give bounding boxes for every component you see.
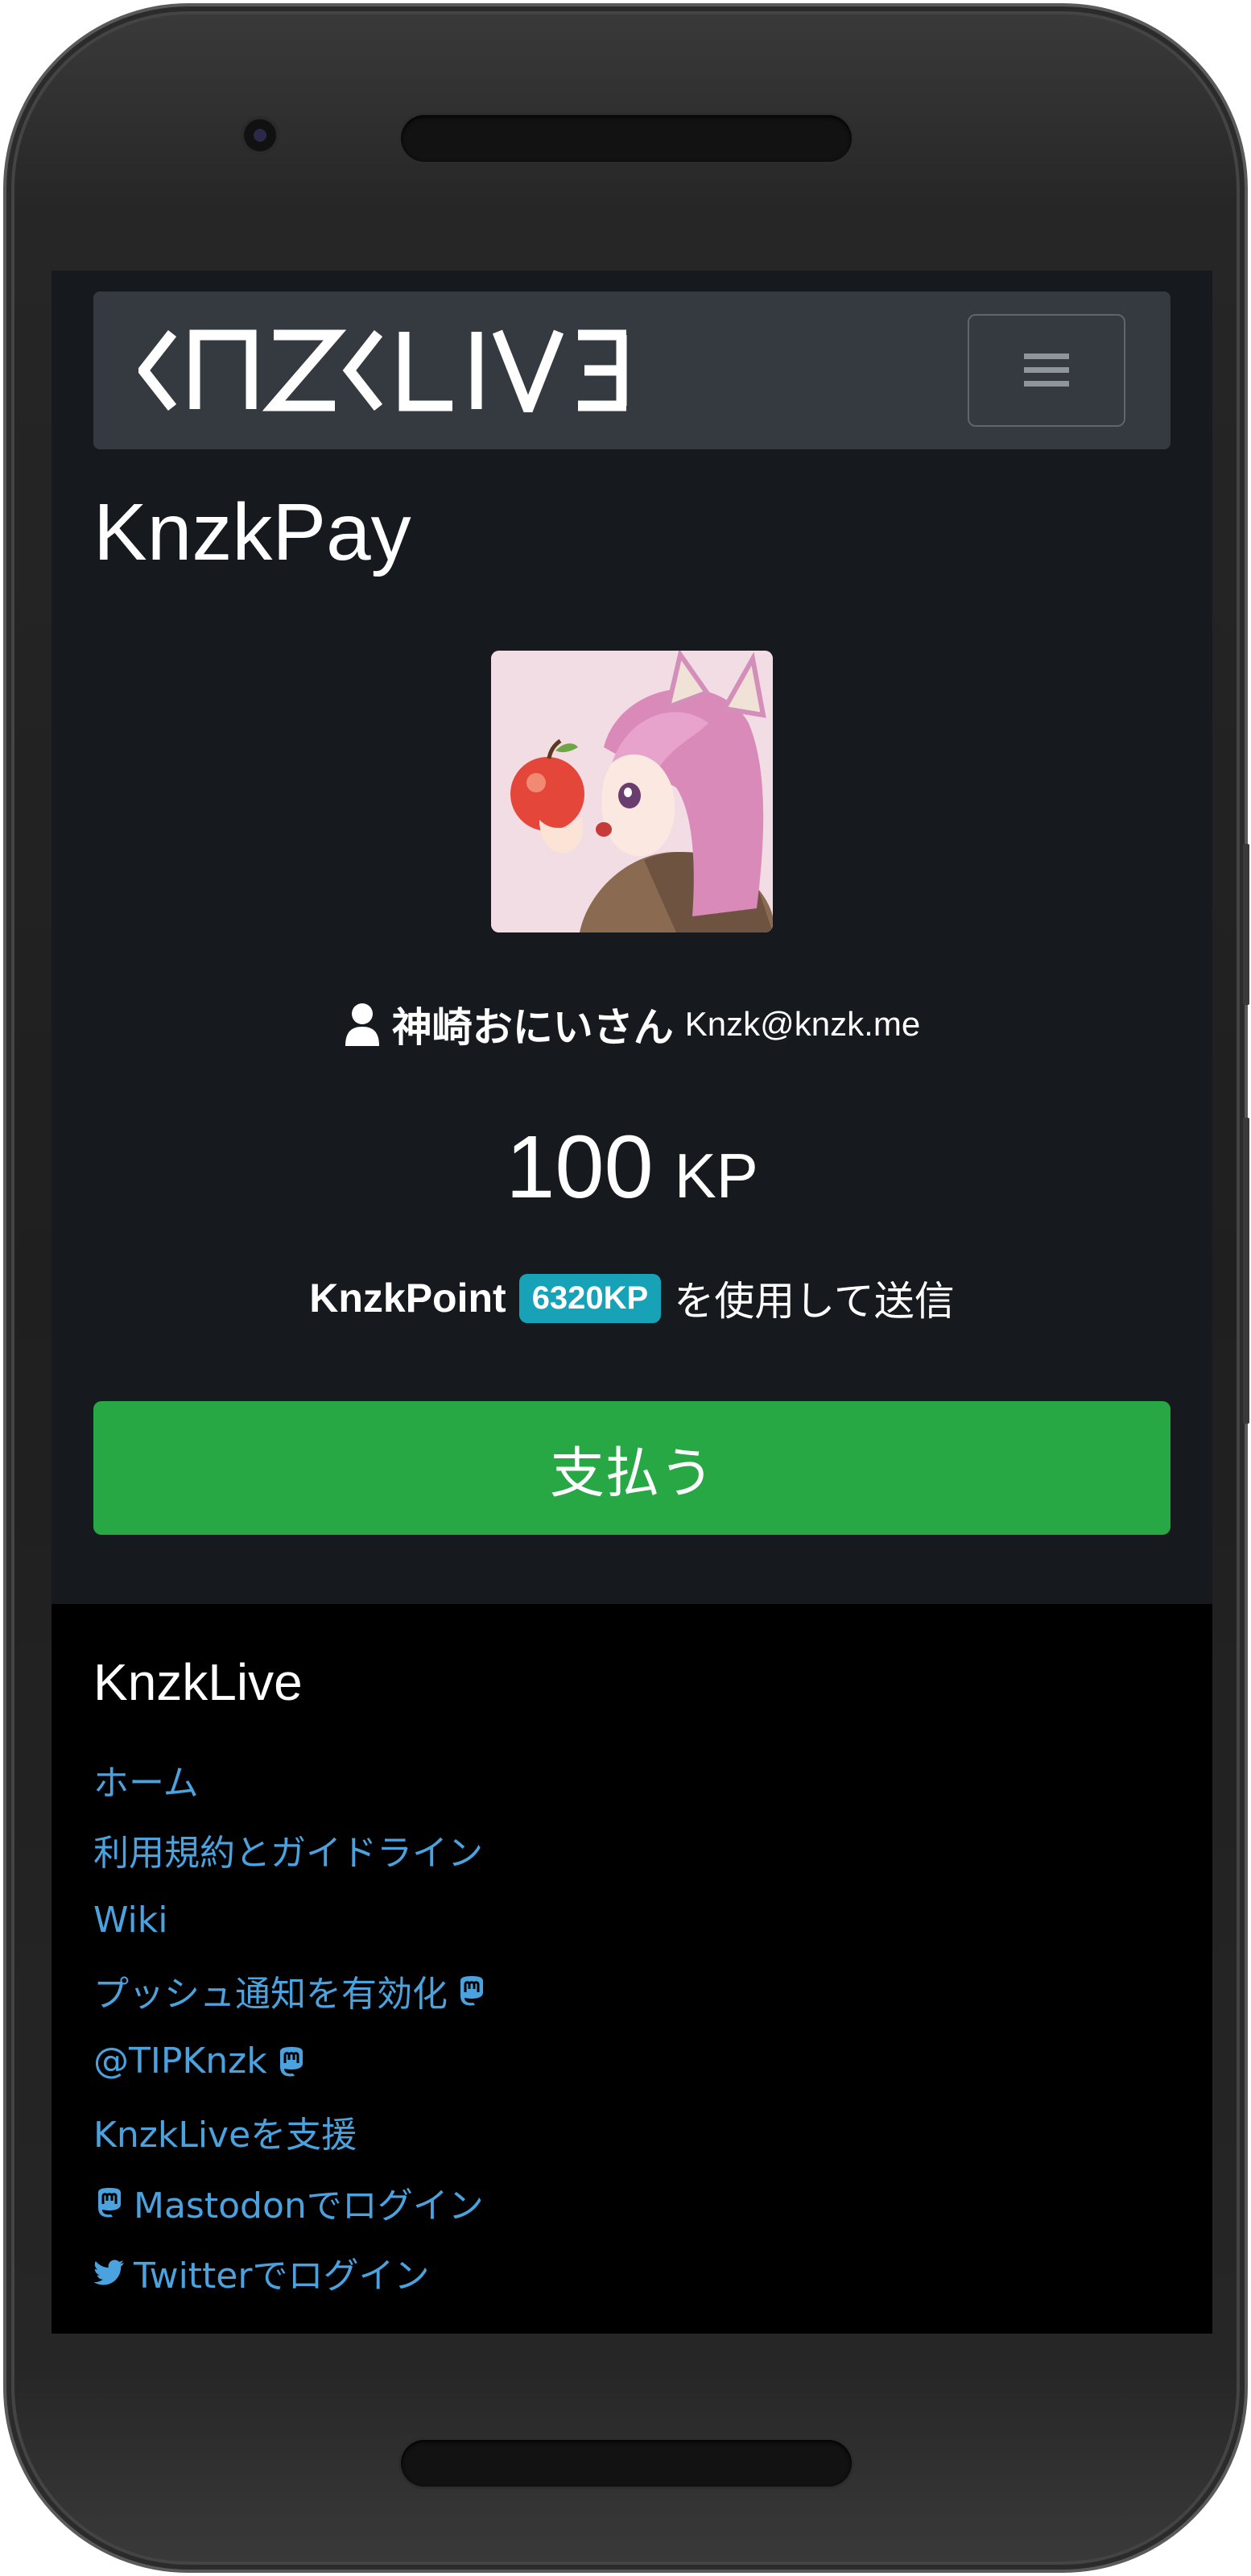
footer-link-mastodon-login[interactable]: Mastodonでログイン (93, 2167, 488, 2238)
navbar-toggler-button[interactable] (968, 314, 1125, 427)
front-camera (244, 119, 276, 151)
footer: KnzkLive ホーム 利用規約とガイドライン Wiki プッシュ通知を有効化 (52, 1604, 1212, 2334)
phone-frame: KnzkPay 神崎おにいさん Knzk@knzk.me 100 KP Knzk… (3, 3, 1249, 2573)
footer-title: KnzkLive (93, 1653, 303, 1711)
navbar (93, 292, 1170, 449)
footer-link-label: プッシュ通知を有効化 (93, 1974, 448, 2016)
footer-link-label: Twitterでログイン (134, 2256, 430, 2297)
footer-link-label: @TIPKnzk (93, 2041, 267, 2082)
footer-link-support[interactable]: KnzkLiveを支援 (93, 2097, 488, 2168)
screen: KnzkPay 神崎おにいさん Knzk@knzk.me 100 KP Knzk… (52, 271, 1212, 2334)
footer-link-label: Mastodonでログイン (134, 2185, 484, 2227)
points-suffix: を使用して送信 (674, 1278, 955, 1325)
footer-link-wiki[interactable]: Wiki (93, 1885, 488, 1956)
recipient-name: 神崎おにいさん (391, 1004, 674, 1051)
pay-button[interactable]: 支払う (93, 1401, 1170, 1535)
footer-link-tipknzk[interactable]: @TIPKnzk (93, 2026, 488, 2097)
footer-link-terms[interactable]: 利用規約とガイドライン (93, 1815, 488, 1886)
hamburger-icon (1024, 354, 1069, 387)
footer-link-twitter-login[interactable]: Twitterでログイン (93, 2238, 488, 2309)
brand-logo[interactable] (138, 324, 630, 417)
footer-link-label: KnzkLiveを支援 (93, 2115, 357, 2156)
footer-link-label: ホーム (93, 1762, 199, 1804)
bottom-speaker (401, 2440, 852, 2487)
points-info: KnzkPoint 6320KP を使用して送信 (52, 1269, 1212, 1327)
mastodon-icon (279, 2046, 303, 2077)
amount-unit: KP (674, 1140, 758, 1211)
footer-link-push[interactable]: プッシュ通知を有効化 (93, 1956, 488, 2027)
twitter-icon (93, 2260, 124, 2285)
footer-link-home[interactable]: ホーム (93, 1744, 488, 1815)
payment-amount: 100 KP (52, 1116, 1212, 1218)
amount-value: 100 (506, 1118, 654, 1217)
mastodon-icon (98, 2187, 121, 2218)
mastodon-icon (460, 1976, 483, 2006)
recipient-info: 神崎おにいさん Knzk@knzk.me (52, 995, 1212, 1053)
footer-link-label: Wiki (93, 1900, 168, 1941)
volume-button (1243, 844, 1249, 1005)
footer-link-label: 利用規約とガイドライン (93, 1833, 483, 1875)
recipient-handle: Knzk@knzk.me (684, 1005, 921, 1043)
user-icon (345, 1003, 379, 1046)
top-speaker (401, 115, 852, 162)
balance-badge: 6320KP (518, 1273, 662, 1323)
footer-links: ホーム 利用規約とガイドライン Wiki プッシュ通知を有効化 @TIPKnzk… (93, 1744, 488, 2308)
page-title: KnzkPay (93, 487, 411, 577)
power-button (1243, 1118, 1249, 1424)
points-label: KnzkPoint (309, 1276, 506, 1321)
recipient-avatar (491, 651, 773, 932)
